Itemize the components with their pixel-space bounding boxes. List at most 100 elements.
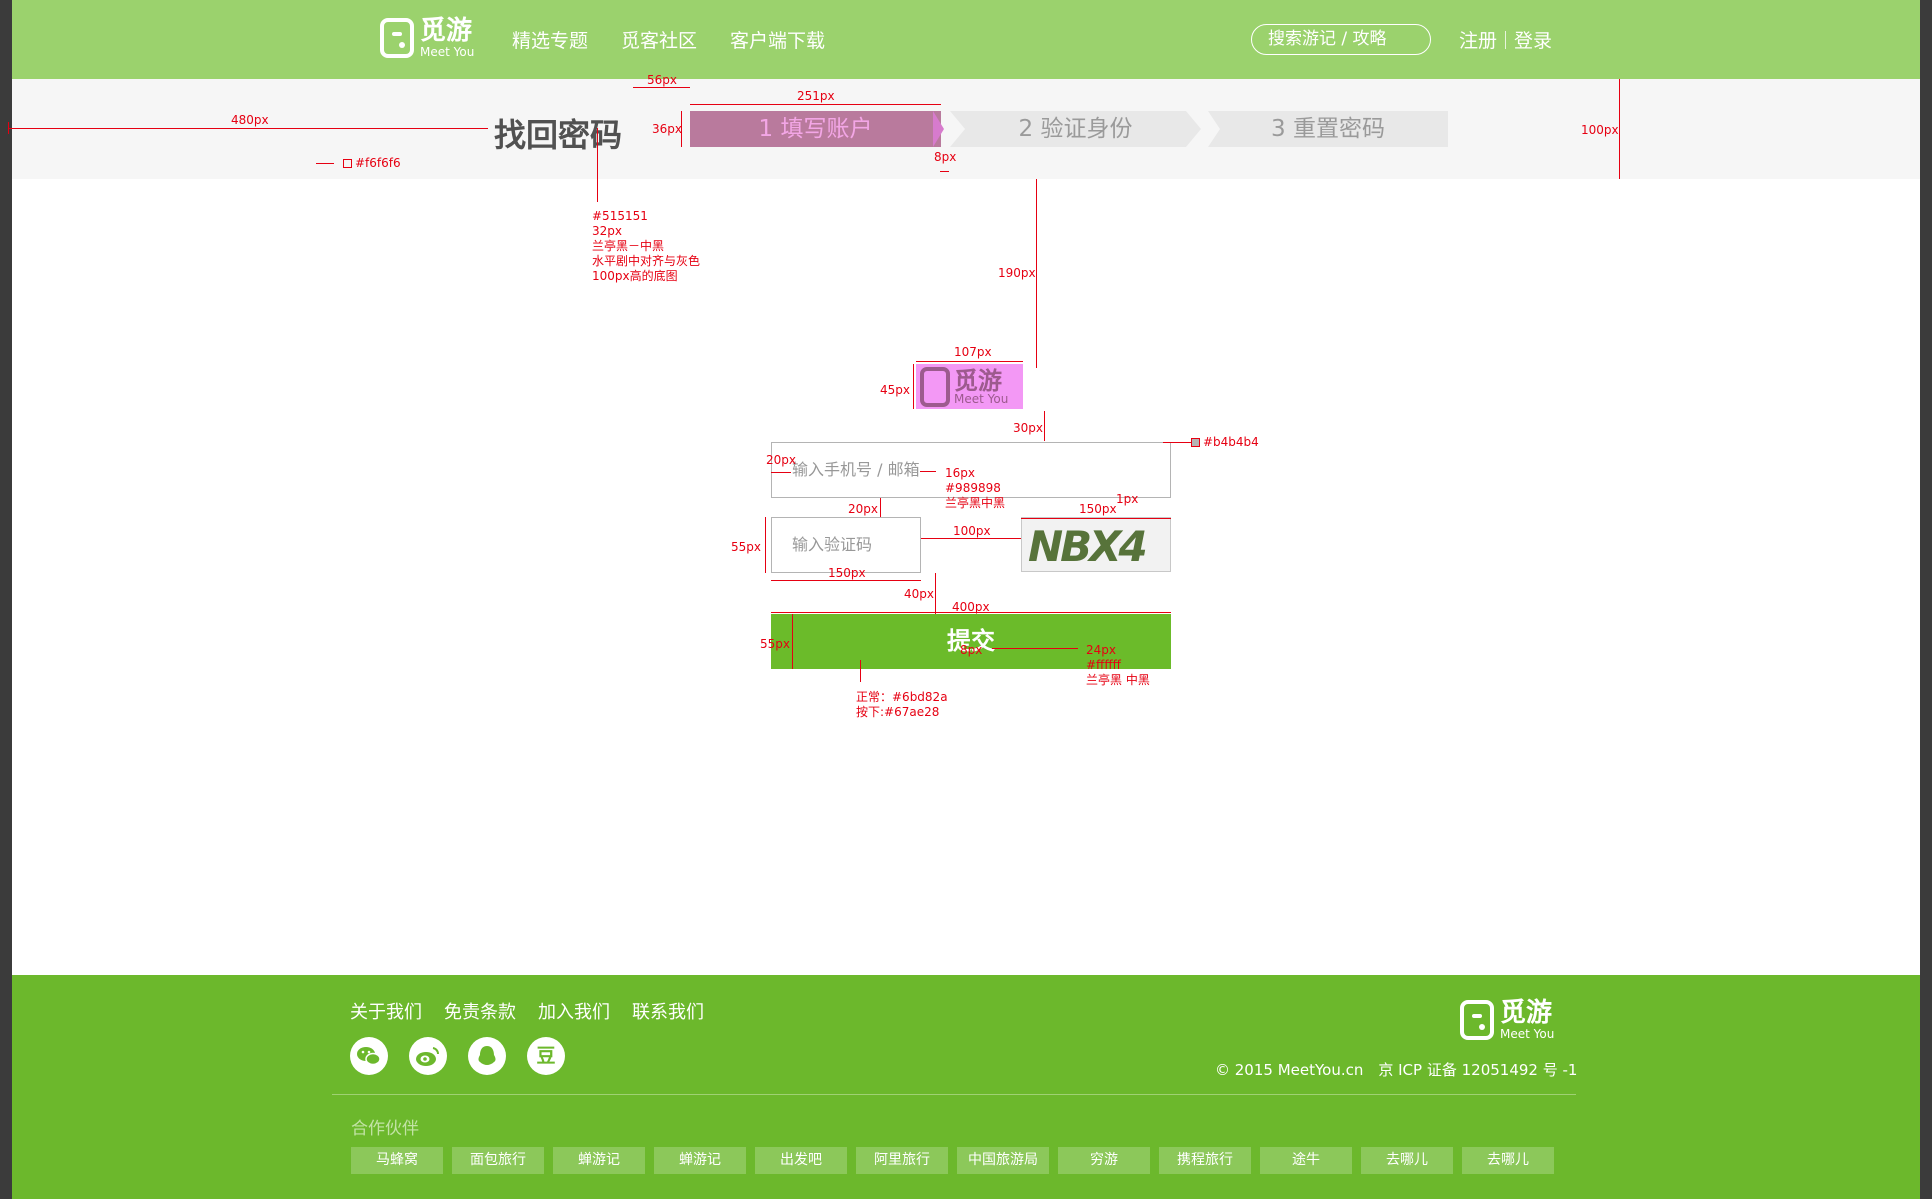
annotation-label: 190px xyxy=(998,266,1036,280)
annotation-line xyxy=(597,128,598,202)
annotation-label: #f6f6f6 xyxy=(343,156,401,171)
register-link[interactable]: 注册 xyxy=(1459,26,1497,53)
annotation-label: 20px xyxy=(848,502,878,516)
right-margin xyxy=(1920,0,1932,1199)
left-margin xyxy=(0,0,12,1199)
partner-link[interactable]: 蝉游记 xyxy=(553,1147,645,1174)
annotation-label: 兰亭黑 中黑 xyxy=(1086,673,1150,687)
annotation-label: 1px xyxy=(1116,492,1139,506)
login-link[interactable]: 登录 xyxy=(1514,26,1552,53)
annotation-label: #ffffff xyxy=(1086,658,1121,672)
nav-item-download[interactable]: 客户端下载 xyxy=(730,26,825,53)
annotation-line xyxy=(765,517,766,573)
annotation-line xyxy=(1036,179,1037,368)
partners-title: 合作伙伴 xyxy=(351,1119,419,1139)
captcha-text: NBX4 xyxy=(1028,522,1148,571)
annotation-line xyxy=(920,471,936,472)
annotation-label: 24px xyxy=(1086,643,1116,657)
partner-link[interactable]: 携程旅行 xyxy=(1159,1147,1251,1174)
step-fill-account: 1 填写账户 xyxy=(690,111,941,147)
captcha-image[interactable]: NBX4 xyxy=(1021,517,1171,572)
social-icons: 豆 xyxy=(350,1037,565,1075)
partner-link[interactable]: 穷游 xyxy=(1058,1147,1150,1174)
annotation-label: 107px xyxy=(954,345,992,359)
annotation-label: 32px xyxy=(592,224,622,238)
footer-link-disclaimer[interactable]: 免责条款 xyxy=(444,998,516,1024)
annotation-label: 水平剧中对齐与灰色 xyxy=(592,254,701,268)
annotation-line xyxy=(1044,411,1045,441)
partners-list: 马蜂窝 面包旅行 蝉游记 蝉游记 出发吧 阿里旅行 中国旅游局 穷游 携程旅行 … xyxy=(351,1147,1554,1174)
annotation-label: 45px xyxy=(880,383,910,397)
annotation-label: #989898 xyxy=(945,481,1001,495)
annotation-line xyxy=(940,171,949,172)
partner-link[interactable]: 去哪儿 xyxy=(1361,1147,1453,1174)
annotation-label: 30px xyxy=(1013,421,1043,435)
footer-links: 关于我们 免责条款 加入我们 联系我们 xyxy=(350,998,704,1024)
annotation-label: 55px xyxy=(731,540,761,554)
partner-link[interactable]: 阿里旅行 xyxy=(856,1147,948,1174)
header-logo[interactable]: 觅游 Meet You xyxy=(380,18,474,58)
footer-link-join[interactable]: 加入我们 xyxy=(538,998,610,1024)
logo-text-cn: 觅游 xyxy=(420,16,473,46)
partner-link[interactable]: 面包旅行 xyxy=(452,1147,544,1174)
wechat-icon[interactable] xyxy=(350,1037,388,1075)
annotation-label: 8px xyxy=(960,643,983,657)
logo-mark-icon xyxy=(1460,1000,1494,1040)
annotation-line xyxy=(860,660,861,682)
annotation-label: 正常：#6bd82a xyxy=(856,690,948,704)
copyright-text: © 2015 MeetYou.cn 京 ICP 证备 12051492 号 -1 xyxy=(1215,1061,1578,1079)
annotation-line xyxy=(935,573,936,614)
annotation-label: 兰亭黑中黑 xyxy=(945,496,1006,510)
annotation-label: 36px xyxy=(652,122,682,136)
logo-text-en: Meet You xyxy=(1500,1027,1555,1041)
annotation-line xyxy=(1619,79,1620,179)
douban-icon[interactable]: 豆 xyxy=(527,1037,565,1075)
annotation-label: 100px xyxy=(953,524,991,538)
logo-text-en: Meet You xyxy=(420,45,475,59)
partner-link[interactable]: 蝉游记 xyxy=(654,1147,746,1174)
annotation-line xyxy=(690,104,941,105)
annotation-label: 480px xyxy=(231,113,269,127)
logo-text-en: Meet You xyxy=(954,391,1009,406)
partner-link[interactable]: 去哪儿 xyxy=(1462,1147,1554,1174)
partner-link[interactable]: 马蜂窝 xyxy=(351,1147,443,1174)
partner-link[interactable]: 途牛 xyxy=(1260,1147,1352,1174)
partner-link[interactable]: 中国旅游局 xyxy=(957,1147,1049,1174)
annotation-label: 16px xyxy=(945,466,975,480)
partner-link[interactable]: 出发吧 xyxy=(755,1147,847,1174)
annotation-label: 100px高的底图 xyxy=(592,269,678,283)
annotation-submit-color-spec: 正常：#6bd82a 按下:#67ae28 xyxy=(856,690,948,720)
annotation-line xyxy=(316,163,334,164)
step-reset-password: 3 重置密码 xyxy=(1208,111,1448,147)
search-input[interactable]: 搜索游记 / 攻略 xyxy=(1251,24,1431,55)
nav-item-featured[interactable]: 精选专题 xyxy=(512,26,588,53)
verification-code-input[interactable]: 输入验证码 xyxy=(771,517,921,573)
annotation-line xyxy=(913,364,914,409)
annotation-label: 150px xyxy=(1079,502,1117,516)
annotation-submit-text-spec: 24px #ffffff 兰亭黑 中黑 xyxy=(1086,643,1150,688)
annotation-label: 兰亭黑－中黑 xyxy=(592,239,665,253)
annotation-label: #b4b4b4 xyxy=(1191,435,1259,450)
form-logo: 觅游 Meet You xyxy=(916,364,1023,409)
logo-text-cn: 觅游 xyxy=(954,366,1002,395)
color-swatch-icon xyxy=(1191,438,1200,447)
logo-text-cn: 觅游 xyxy=(1500,998,1553,1028)
qq-icon[interactable] xyxy=(468,1037,506,1075)
annotation-line xyxy=(792,614,793,669)
main-nav: 精选专题 觅客社区 客户端下载 xyxy=(512,26,825,53)
weibo-icon[interactable] xyxy=(409,1037,447,1075)
annotation-line xyxy=(771,472,791,473)
annotation-label: 20px xyxy=(766,453,796,467)
step-verify-identity: 2 验证身份 xyxy=(950,111,1201,147)
annotation-label: 8px xyxy=(934,150,957,164)
footer-link-contact[interactable]: 联系我们 xyxy=(632,998,704,1024)
annotation-line xyxy=(8,128,488,129)
annotation-line xyxy=(1021,518,1171,519)
page-title: 找回密码 xyxy=(494,116,623,154)
footer-link-about[interactable]: 关于我们 xyxy=(350,998,422,1024)
color-swatch-icon xyxy=(343,159,352,168)
annotation-line xyxy=(916,361,1023,362)
annotation-label: 400px xyxy=(952,600,990,614)
nav-item-community[interactable]: 觅客社区 xyxy=(621,26,697,53)
annotation-title-spec: #515151 32px 兰亭黑－中黑 水平剧中对齐与灰色 100px高的底图 xyxy=(592,209,700,284)
